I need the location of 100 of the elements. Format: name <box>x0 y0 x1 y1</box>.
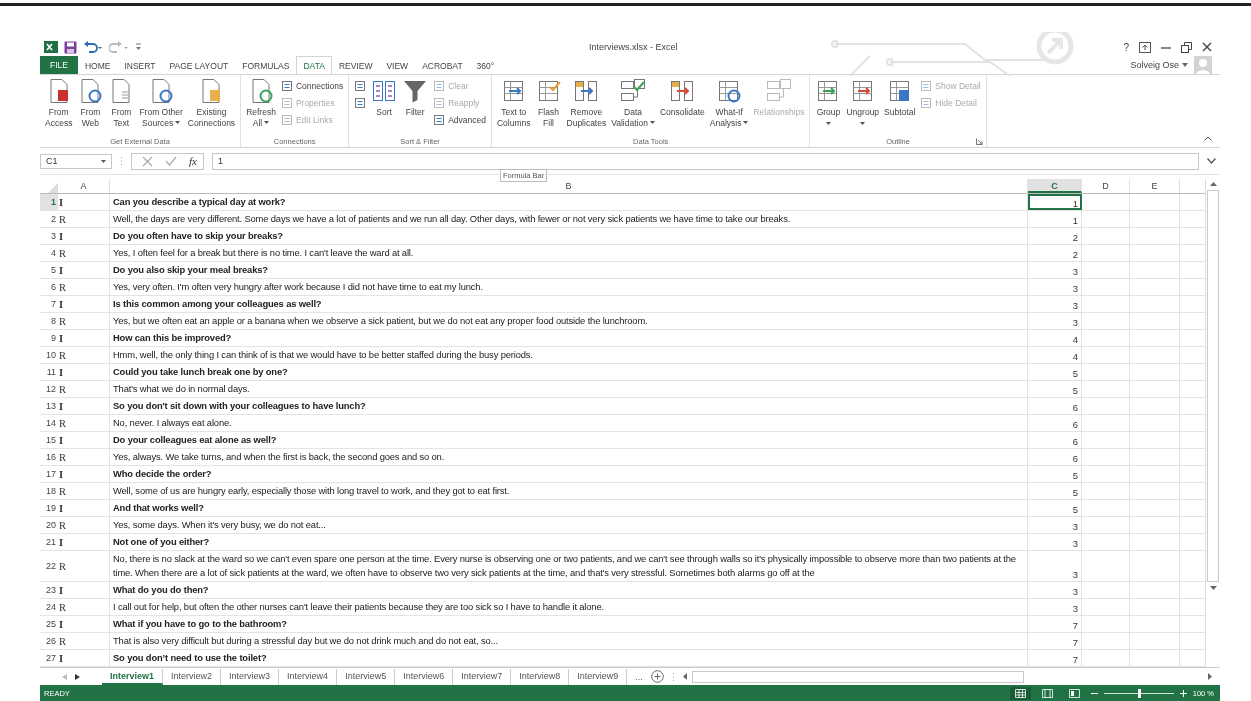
table-cell: 5 <box>1028 364 1082 380</box>
ribbon-button[interactable]: What-If Analysis <box>707 77 751 136</box>
ribbon-tab[interactable]: ACROBAT <box>415 56 470 74</box>
scroll-down-icon[interactable] <box>1209 586 1217 590</box>
ribbon-button[interactable]: Subtotal <box>882 77 918 136</box>
row-header[interactable]: 4 <box>40 245 58 261</box>
ribbon-button[interactable]: Remove Duplicates <box>564 77 609 136</box>
row-header[interactable]: 19 <box>40 500 58 516</box>
customize-caret-icon[interactable] <box>135 43 142 51</box>
column-header[interactable]: E <box>1130 179 1180 193</box>
zoom-in-icon[interactable] <box>1179 689 1187 697</box>
ribbon-button[interactable]: From Other Sources <box>137 77 185 136</box>
name-box[interactable]: C1 <box>40 153 112 169</box>
row-header[interactable]: 16 <box>40 449 58 465</box>
sheet-tab[interactable]: Interview8 <box>511 668 570 685</box>
insert-function-button[interactable]: fx <box>189 155 197 167</box>
row-header[interactable]: 15 <box>40 432 58 448</box>
ribbon-button[interactable]: Flash Fill <box>533 77 564 136</box>
sheet-tab[interactable]: Interview5 <box>337 668 396 685</box>
ribbon-tab[interactable]: DATA <box>296 56 332 74</box>
column-header[interactable]: A <box>58 179 110 193</box>
row-header[interactable]: 2 <box>40 211 58 227</box>
sheet-tab[interactable]: Interview7 <box>453 668 512 685</box>
expand-caret-icon[interactable] <box>1207 158 1216 164</box>
dialog-launcher-icon[interactable] <box>975 138 983 145</box>
add-sheet-icon[interactable] <box>650 670 664 683</box>
ribbon-tab[interactable]: PAGE LAYOUT <box>162 56 236 74</box>
row-header[interactable]: 21 <box>40 534 58 550</box>
ribbon-display-icon[interactable] <box>1139 41 1151 53</box>
ribbon-tab[interactable]: HOME <box>77 56 118 74</box>
table-cell: That is also very difficult but during a stressful day but we do not drink much and do not eat, so... <box>110 633 1028 649</box>
ribbon-tab[interactable]: 360° <box>469 56 502 74</box>
scroll-thumb[interactable] <box>1207 190 1219 582</box>
sheet-tab[interactable]: Interview3 <box>221 668 280 685</box>
scroll-up-icon[interactable] <box>1209 182 1217 186</box>
row-header[interactable]: 1 <box>40 194 58 210</box>
ribbon-small-button[interactable]: Advanced <box>431 113 488 127</box>
zoom-slider-thumb[interactable] <box>1137 688 1141 698</box>
ribbon-tab[interactable]: FORMULAS <box>235 56 297 74</box>
ribbon-button[interactable]: Data Validation <box>609 77 657 136</box>
row-header[interactable]: 5 <box>40 262 58 278</box>
undo-icon[interactable] <box>83 41 103 53</box>
row-header[interactable]: 11 <box>40 364 58 380</box>
scroll-right-icon[interactable] <box>1208 673 1212 680</box>
row-header[interactable]: 23 <box>40 582 58 598</box>
ribbon-button[interactable]: From Web <box>75 77 106 136</box>
vertical-scrollbar[interactable] <box>1205 179 1220 667</box>
save-icon[interactable] <box>64 40 77 54</box>
row-header[interactable]: 22 <box>40 551 58 581</box>
column-header[interactable]: C <box>1028 179 1082 193</box>
formula-input[interactable]: 1 <box>211 152 1199 170</box>
row-header[interactable]: 27 <box>40 650 58 666</box>
ribbon-tab[interactable]: REVIEW <box>331 56 380 74</box>
help-button[interactable]: ? <box>1123 41 1129 53</box>
close-icon[interactable] <box>1202 42 1212 52</box>
ribbon-small-button[interactable]: Connections <box>278 79 346 93</box>
row-header[interactable]: 25 <box>40 616 58 632</box>
collapse-ribbon-icon[interactable] <box>1204 136 1212 141</box>
ribbon-button[interactable]: Text to Columns <box>494 77 533 136</box>
row-header[interactable]: 12 <box>40 381 58 397</box>
restore-icon[interactable] <box>1181 41 1192 53</box>
user-name[interactable]: Solveig Ose <box>1130 60 1179 70</box>
column-header[interactable]: D <box>1082 179 1130 193</box>
ribbon-tab[interactable]: VIEW <box>379 56 416 74</box>
row-header[interactable]: 14 <box>40 415 58 431</box>
ribbon-button[interactable]: From Access <box>43 77 75 136</box>
row-header[interactable]: 26 <box>40 633 58 649</box>
ribbon-button[interactable]: Filter <box>400 77 431 136</box>
row-header[interactable]: 8 <box>40 313 58 329</box>
row-header[interactable]: 17 <box>40 466 58 482</box>
ribbon-button[interactable]: Consolidate <box>657 77 707 136</box>
row-header[interactable]: 9 <box>40 330 58 346</box>
table-cell: What do you do then? <box>110 582 1028 598</box>
next-sheet-icon[interactable] <box>75 673 80 680</box>
row-header[interactable]: 10 <box>40 347 58 363</box>
row-header[interactable]: 6 <box>40 279 58 295</box>
row-header[interactable]: 18 <box>40 483 58 499</box>
ribbon-button[interactable]: Sort <box>369 77 400 136</box>
row-header[interactable]: 24 <box>40 599 58 615</box>
normal-view-button[interactable] <box>1009 686 1031 700</box>
ribbon-button[interactable]: From Text <box>106 77 137 136</box>
scroll-left-icon[interactable] <box>682 673 687 680</box>
more-sheets-button[interactable]: ... <box>635 671 643 682</box>
sheet-tab[interactable]: Interview6 <box>395 668 454 685</box>
ribbon-button[interactable]: Ungroup <box>844 77 882 136</box>
caret-icon[interactable] <box>1182 63 1188 67</box>
row-header[interactable]: 13 <box>40 398 58 414</box>
row-header[interactable]: 3 <box>40 228 58 244</box>
file-tab[interactable]: FILE <box>40 56 78 74</box>
horizontal-scrollbar[interactable] <box>682 670 1212 683</box>
sheet-tab[interactable]: Interview9 <box>569 668 628 685</box>
scroll-thumb[interactable] <box>691 670 1024 683</box>
ribbon-tab[interactable]: INSERT <box>117 56 163 74</box>
ribbon-button[interactable]: Refresh All <box>244 77 278 136</box>
row-header[interactable]: 7 <box>40 296 58 312</box>
sheet-tab[interactable]: Interview2 <box>163 668 222 685</box>
ribbon-button[interactable]: Existing Connections <box>185 77 238 136</box>
sheet-tab[interactable]: Interview4 <box>279 668 338 685</box>
ribbon-button[interactable]: Group <box>813 77 844 136</box>
row-header[interactable]: 20 <box>40 517 58 533</box>
